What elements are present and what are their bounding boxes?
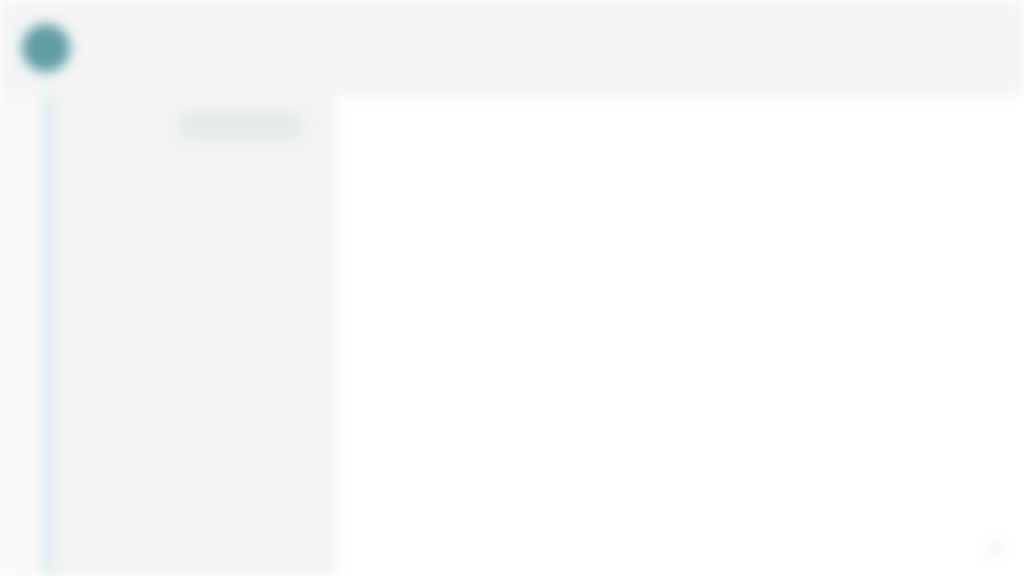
page-title [92,33,328,63]
main-content [336,96,1024,576]
sidebar-item[interactable] [84,260,284,294]
corner-indicator-icon [986,540,1004,558]
sidebar-item[interactable] [84,356,284,390]
top-action-button[interactable] [724,39,782,59]
content-text [354,126,1014,150]
sidebar-item[interactable] [84,164,284,198]
app-logo-icon [22,24,70,72]
top-bar: ⋯ [0,0,1024,96]
sidebar-item[interactable] [84,452,284,486]
sidebar-item[interactable] [84,212,284,246]
sidebar-filter-button[interactable] [178,112,304,140]
sidebar [44,96,336,576]
sidebar-item[interactable] [84,500,284,534]
sidebar-item[interactable] [84,404,284,438]
sidebar-item[interactable] [84,308,284,342]
more-icon[interactable]: ⋯ [966,37,990,61]
sidebar-navigation [84,164,284,564]
app-window: ⋯ [0,0,1024,576]
